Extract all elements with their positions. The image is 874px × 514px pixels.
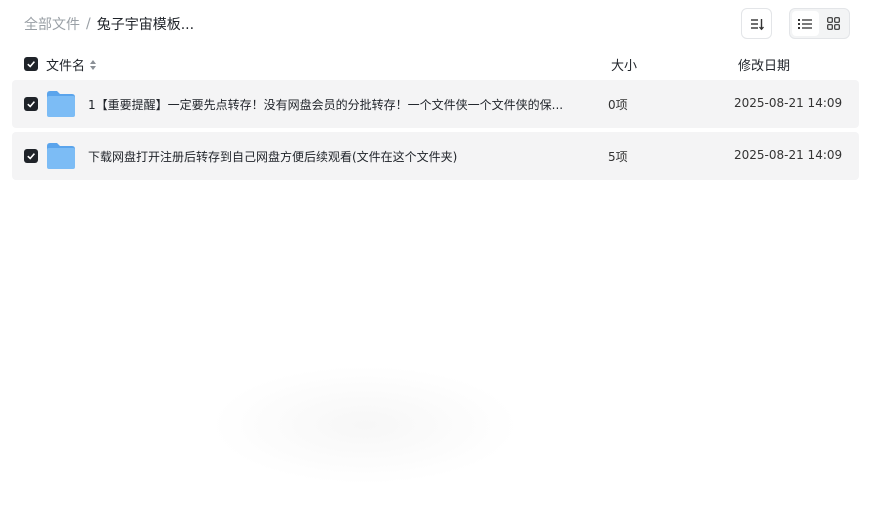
name-column-label: 文件名: [46, 59, 86, 74]
file-modified-date: 2025-08-21 14:09: [734, 96, 843, 110]
grid-icon: [827, 17, 841, 30]
check-icon: [27, 61, 36, 68]
select-all-checkbox[interactable]: [24, 57, 38, 71]
row-checkbox[interactable]: [24, 97, 38, 111]
grid-view-button[interactable]: [821, 11, 848, 36]
view-toggle: [789, 8, 850, 39]
sort-button[interactable]: [741, 8, 772, 39]
check-icon: [27, 153, 36, 160]
breadcrumb-current: 兔子宇宙模板...: [96, 17, 195, 33]
file-size: 0项: [608, 98, 628, 112]
name-column-header[interactable]: 文件名: [46, 55, 97, 74]
list-view-button[interactable]: [792, 11, 819, 36]
breadcrumb: 全部文件 / 兔子宇宙模板...: [24, 14, 194, 34]
size-column-header[interactable]: 大小: [611, 55, 637, 74]
file-size: 5项: [608, 150, 628, 164]
folder-icon: [47, 91, 75, 117]
file-name[interactable]: 下载网盘打开注册后转存到自己网盘方便后续观看(文件在这个文件夹): [88, 148, 568, 165]
date-column-header[interactable]: 修改日期: [738, 55, 790, 74]
breadcrumb-separator: /: [86, 16, 91, 32]
file-modified-date: 2025-08-21 14:09: [734, 148, 843, 162]
file-row[interactable]: 下载网盘打开注册后转存到自己网盘方便后续观看(文件在这个文件夹) 5项 2025…: [12, 132, 859, 180]
file-name[interactable]: 1【重要提醒】一定要先点转存！没有网盘会员的分批转存！一个文件侠一个文件侠的保.…: [88, 96, 568, 113]
breadcrumb-root[interactable]: 全部文件: [24, 14, 80, 34]
folder-icon: [47, 143, 75, 169]
sort-icon: [750, 18, 764, 30]
file-browser: 全部文件 / 兔子宇宙模板... 文件名 大小 修改日期 1【重要提醒】一定要先…: [0, 0, 874, 514]
check-icon: [27, 101, 36, 108]
file-row[interactable]: 1【重要提醒】一定要先点转存！没有网盘会员的分批转存！一个文件侠一个文件侠的保.…: [12, 80, 859, 128]
empty-area-shadow: [210, 365, 520, 485]
file-list-header: 文件名 大小 修改日期: [12, 52, 859, 76]
list-icon: [798, 18, 813, 29]
row-checkbox[interactable]: [24, 149, 38, 163]
sort-arrows-icon: [90, 59, 97, 70]
